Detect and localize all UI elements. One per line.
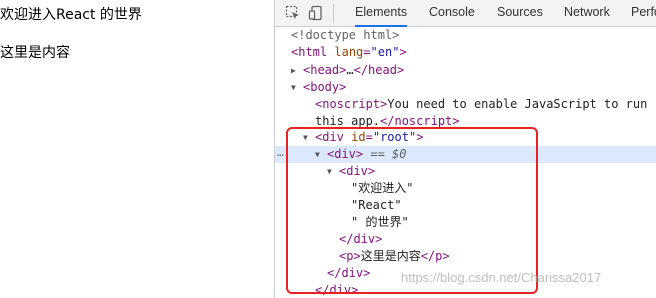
root-attr-value: "root" [372, 130, 417, 144]
root-attr-name: id [351, 130, 366, 144]
html-node[interactable]: <html lang="en"> [291, 44, 407, 61]
tab-sources[interactable]: Sources [497, 0, 543, 26]
tab-performance[interactable]: Perfo [631, 0, 656, 26]
noscript-text-line2: this app. [315, 114, 381, 128]
inspect-element-icon[interactable] [285, 5, 301, 21]
noscript-node-cont: this app.</noscript> [315, 113, 460, 130]
text-node-3[interactable]: " 的世界" [351, 214, 409, 231]
root-div-close-line[interactable]: </div> [315, 282, 358, 298]
devtools-panel: Elements Console Sources Network Perfo …… [274, 0, 656, 298]
text-node-2-value: "React" [351, 198, 402, 212]
inner-div-open-tag: <div> [327, 147, 364, 161]
text-node-1[interactable]: "欢迎进入" [351, 180, 413, 197]
noscript-open-tag: <noscript> [315, 97, 388, 111]
tab-elements-label: Elements [355, 5, 408, 19]
html-attr-value: "en" [370, 45, 400, 59]
div-close-line[interactable]: </div> [339, 231, 382, 248]
body-node[interactable]: <body> [303, 79, 346, 96]
selected-marker: == $0 [370, 147, 407, 161]
div-node[interactable]: <div> [339, 163, 375, 180]
noscript-node[interactable]: <noscript>You need to enable JavaScript … [315, 96, 647, 113]
collapse-triangle-icon[interactable]: ▼ [315, 146, 320, 163]
p-close-tag: </p> [420, 249, 450, 263]
tab-console[interactable]: Console [429, 0, 475, 26]
text-node-1-value: "欢迎进入" [351, 181, 414, 195]
inner-div-close-tag: </div> [327, 266, 371, 280]
head-close-tag: </head> [353, 63, 405, 77]
tab-network[interactable]: Network [564, 0, 610, 26]
dom-tree: … <!doctype html> <html lang="en"> ▶ <he… [275, 27, 656, 298]
text-node-2[interactable]: "React" [351, 197, 402, 214]
selected-div-node[interactable]: <div> == $0 [327, 146, 406, 163]
devtools-toolbar: Elements Console Sources Network Perfo [275, 0, 656, 27]
root-div-close-tag: </div> [315, 283, 359, 297]
head-node[interactable]: <head>…</head> [303, 62, 404, 79]
tab-elements[interactable]: Elements [355, 0, 408, 27]
p-open-tag: <p> [339, 249, 361, 263]
body-open-tag: <body> [303, 80, 347, 94]
expand-triangle-icon[interactable]: ▶ [291, 62, 296, 79]
p-node[interactable]: <p>这里是内容</p> [339, 248, 450, 265]
div-close-tag: </div> [339, 232, 383, 246]
html-attr-name: lang [334, 45, 364, 59]
row-menu-dots[interactable]: … [277, 146, 284, 160]
div-open-tag: <div> [339, 164, 376, 178]
root-tag-name: div [322, 130, 344, 144]
doctype-line[interactable]: <!doctype html> [291, 27, 399, 44]
inner-div-close-line[interactable]: </div> [327, 265, 370, 282]
root-div-node[interactable]: <div id="root"> [315, 129, 423, 146]
p-text: 这里是内容 [360, 249, 421, 263]
device-toggle-icon[interactable] [308, 5, 324, 21]
html-tag-name: html [298, 45, 328, 59]
watermark: https://blog.csdn.net/Charissa2017 [401, 270, 602, 285]
head-open-tag: <head> [303, 63, 347, 77]
collapse-triangle-icon[interactable]: ▼ [291, 79, 296, 96]
text-node-3-value: " 的世界" [351, 215, 409, 229]
head-ellipsis: … [346, 63, 354, 77]
noscript-text-line1: You need to enable JavaScript to run [387, 97, 648, 111]
collapse-triangle-icon[interactable]: ▼ [303, 129, 308, 146]
doctype-text: <!doctype html> [291, 28, 400, 42]
collapse-triangle-icon[interactable]: ▼ [327, 163, 332, 180]
toolbar-separator [333, 4, 334, 22]
noscript-close-tag: </noscript> [380, 114, 460, 128]
page-heading: 欢迎进入React 的世界 [0, 7, 142, 23]
page-paragraph: 这里是内容 [0, 45, 70, 61]
rendered-page: 欢迎进入React 的世界 这里是内容 [0, 0, 274, 298]
